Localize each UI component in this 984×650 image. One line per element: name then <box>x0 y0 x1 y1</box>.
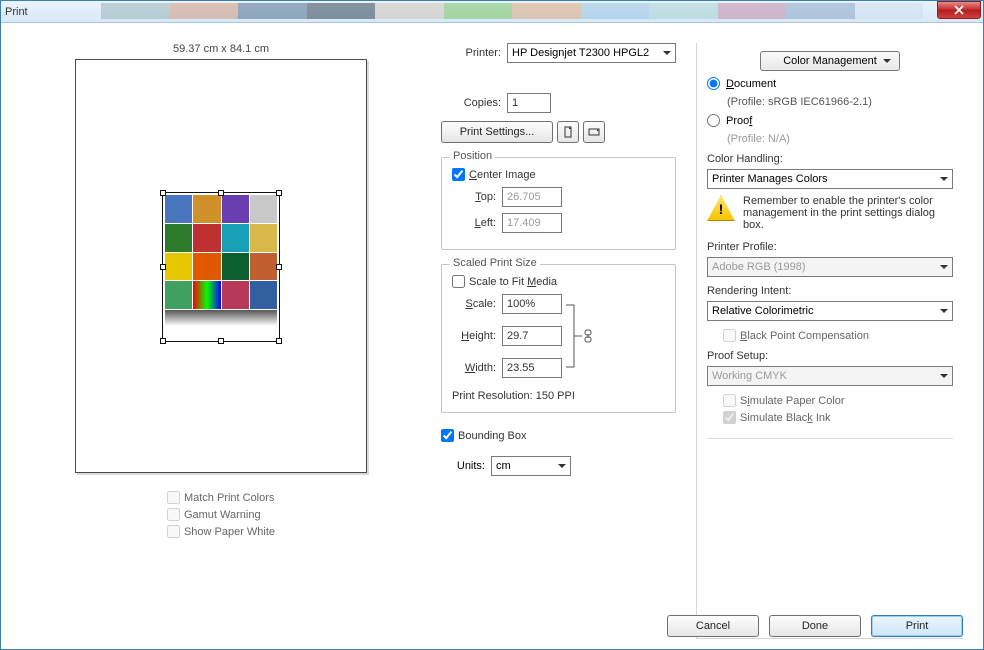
scale-label: Scale: <box>452 298 496 310</box>
titlebar-bg <box>101 3 923 19</box>
close-button[interactable] <box>937 1 981 19</box>
resize-handle[interactable] <box>160 338 166 344</box>
simulate-black-ink-checkbox[interactable]: Simulate Black Ink <box>723 411 953 424</box>
proof-profile: (Profile: N/A) <box>727 133 953 145</box>
close-icon <box>954 5 964 15</box>
print-settings-button[interactable]: Print Settings... <box>441 121 553 143</box>
printer-select[interactable]: HP Designjet T2300 HPGL2 <box>507 43 676 63</box>
print-resolution-label: Print Resolution: 150 PPI <box>452 390 665 402</box>
resize-handle[interactable] <box>160 264 166 270</box>
resize-handle[interactable] <box>276 190 282 196</box>
color-handling-select[interactable]: Printer Manages Colors <box>707 169 953 189</box>
landscape-button[interactable] <box>583 121 605 143</box>
top-input[interactable]: 26.705 <box>502 187 562 207</box>
document-profile: (Profile: sRGB IEC61966-2.1) <box>727 96 953 108</box>
portrait-icon <box>562 126 574 138</box>
scaled-legend: Scaled Print Size <box>450 257 540 269</box>
height-label: Height: <box>452 330 496 342</box>
paper-size-label: 59.37 cm x 84.1 cm <box>173 43 269 55</box>
height-input[interactable]: 29.7 <box>502 326 562 346</box>
paper-preview[interactable] <box>75 59 367 473</box>
cancel-button[interactable]: Cancel <box>667 615 759 637</box>
center-image-checkbox[interactable]: Center Image <box>452 168 665 181</box>
width-input[interactable]: 23.55 <box>502 358 562 378</box>
printer-profile-select: Adobe RGB (1998) <box>707 257 953 277</box>
preview-image <box>165 195 277 339</box>
show-paper-white-checkbox[interactable]: Show Paper White <box>167 525 275 538</box>
proof-setup-select: Working CMYK <box>707 366 953 386</box>
print-button[interactable]: Print <box>871 615 963 637</box>
units-select[interactable]: cm <box>491 456 571 476</box>
left-input[interactable]: 17.409 <box>502 213 562 233</box>
portrait-button[interactable] <box>557 121 579 143</box>
resize-handle[interactable] <box>218 190 224 196</box>
titlebar[interactable]: Print <box>1 1 983 23</box>
scaled-size-fieldset: Scaled Print Size Scale to Fit Media Sca… <box>441 264 676 413</box>
warning-text: Remember to enable the printer's color m… <box>743 195 953 231</box>
color-management-panel: Color Management Document (Profile: sRGB… <box>696 43 963 639</box>
rendering-intent-select[interactable]: Relative Colorimetric <box>707 301 953 321</box>
settings-panel: Printer: HP Designjet T2300 HPGL2 Copies… <box>441 43 676 639</box>
color-handling-label: Color Handling: <box>707 153 953 165</box>
chain-link-icon[interactable] <box>582 329 594 343</box>
resize-handle[interactable] <box>276 264 282 270</box>
resize-handle[interactable] <box>160 190 166 196</box>
printer-label: Printer: <box>441 47 501 59</box>
copies-input[interactable]: 1 <box>507 93 551 113</box>
proof-setup-label: Proof Setup: <box>707 350 953 362</box>
done-button[interactable]: Done <box>769 615 861 637</box>
width-label: Width: <box>452 362 496 374</box>
color-management-dropdown[interactable]: Color Management <box>760 51 900 71</box>
match-print-colors-checkbox[interactable]: Match Print Colors <box>167 491 275 504</box>
printer-profile-label: Printer Profile: <box>707 241 953 253</box>
resize-handle[interactable] <box>276 338 282 344</box>
top-label: Top: <box>452 191 496 203</box>
preview-panel: 59.37 cm x 84.1 cm <box>21 43 421 639</box>
landscape-icon <box>588 126 600 138</box>
copies-label: Copies: <box>441 97 501 109</box>
black-point-compensation-checkbox[interactable]: Black Point Compensation <box>723 329 953 342</box>
image-bounding-box[interactable] <box>162 192 280 342</box>
resize-handle[interactable] <box>218 338 224 344</box>
bounding-box-checkbox[interactable]: Bounding Box <box>441 429 676 442</box>
left-label: Left: <box>452 217 496 229</box>
units-label: Units: <box>441 460 485 472</box>
scale-to-fit-checkbox[interactable]: Scale to Fit Media <box>452 275 665 288</box>
gamut-warning-checkbox[interactable]: Gamut Warning <box>167 508 275 521</box>
proof-radio[interactable]: Proof <box>707 114 953 127</box>
warning-icon <box>707 195 735 221</box>
window-title: Print <box>5 6 28 18</box>
position-fieldset: Position Center Image Top: 26.705 Left: … <box>441 157 676 250</box>
rendering-intent-label: Rendering Intent: <box>707 285 953 297</box>
document-radio[interactable]: Document <box>707 77 953 90</box>
dialog-footer: Cancel Done Print <box>667 615 963 637</box>
print-dialog: Print 59.37 cm x 84.1 cm <box>0 0 984 650</box>
simulate-paper-color-checkbox[interactable]: Simulate Paper Color <box>723 394 953 407</box>
dialog-body: 59.37 cm x 84.1 cm <box>1 23 983 649</box>
scale-input[interactable]: 100% <box>502 294 562 314</box>
position-legend: Position <box>450 150 495 162</box>
